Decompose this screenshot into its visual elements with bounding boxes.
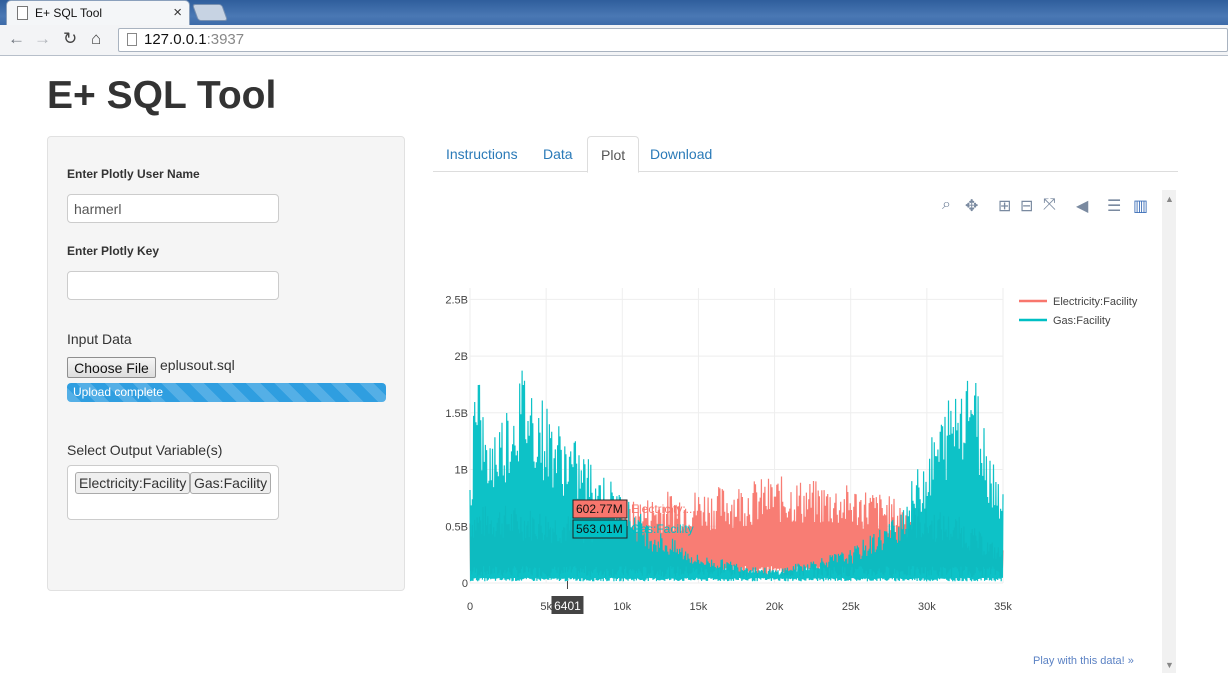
y-tick-label: 0 [462, 578, 468, 590]
selected-var-chip[interactable]: Electricity:Facility [75, 472, 191, 494]
hover-series-name: Electricity:... [631, 502, 696, 516]
address-host: 127.0.0.1 [144, 31, 207, 48]
file-name: eplusout.sql [160, 357, 235, 373]
key-label: Enter Plotly Key [67, 244, 160, 258]
hover-series-name: Gas:Facility [631, 522, 694, 536]
scroll-down-icon[interactable]: ▼ [1165, 660, 1174, 670]
y-tick-label: 2.5B [445, 294, 468, 306]
address-port: :3937 [206, 31, 245, 48]
close-tab-icon[interactable]: × [173, 4, 182, 21]
x-tick-label: 30k [918, 601, 936, 613]
legend-label: Gas:Facility [1053, 315, 1111, 327]
legend-label: Electricity:Facility [1053, 296, 1138, 308]
key-input[interactable] [67, 271, 279, 300]
main-tabs: Instructions Data Plot Download [433, 136, 1178, 173]
x-tick-label: 10k [613, 601, 631, 613]
selected-var-chip[interactable]: Gas:Facility [190, 472, 272, 494]
browser-tabstrip: E+ SQL Tool × [0, 0, 1228, 27]
username-input[interactable]: harmerl [67, 194, 279, 223]
address-bar[interactable]: 127.0.0.1:3937 [118, 28, 1228, 52]
home-icon[interactable]: ⌂ [91, 29, 101, 49]
x-tick-label: 0 [467, 601, 473, 613]
chart-series [469, 370, 1004, 582]
scroll-up-icon[interactable]: ▲ [1165, 194, 1174, 204]
x-tick-label: 15k [690, 601, 708, 613]
upload-progress-bar: Upload complete [67, 383, 386, 402]
new-tab-button[interactable] [191, 4, 229, 21]
line-chart: 0 5k 10k 15k 20k 25k 30k 35k 0 0.5B 1B 1.5B 2B 2.5B E… [445, 288, 1138, 614]
tab-download[interactable]: Download [637, 136, 725, 172]
browser-tab-title: E+ SQL Tool [35, 6, 103, 20]
reload-icon[interactable]: ↻ [63, 29, 77, 49]
y-tick-label: 0.5B [445, 521, 468, 533]
browser-toolbar: ← → ↻ ⌂ 127.0.0.1:3937 [0, 25, 1228, 56]
x-tick-label: 35k [994, 601, 1012, 613]
output-variable-label: Select Output Variable(s) [67, 442, 223, 458]
x-tick-label: 25k [842, 601, 860, 613]
output-variable-select[interactable]: Electricity:Facility Gas:Facility [67, 465, 279, 520]
y-tick-label: 1B [455, 465, 468, 477]
y-tick-label: 1.5B [445, 408, 468, 420]
chart-legend: Electricity:Facility Gas:Facility [1019, 296, 1138, 327]
sidebar-panel: Enter Plotly User Name harmerl Enter Plo… [47, 136, 405, 591]
hover-value: 602.77M [576, 502, 623, 516]
hover-value: 563.01M [576, 522, 623, 536]
y-tick-label: 2B [455, 351, 468, 363]
page-title: E+ SQL Tool [47, 74, 277, 117]
x-tick-label: 20k [766, 601, 784, 613]
play-with-data-link[interactable]: Play with this data! » [1033, 655, 1134, 667]
choose-file-button[interactable]: Choose File [67, 357, 156, 378]
upload-status: Upload complete [73, 385, 164, 399]
plot-scrollbar[interactable]: ▲ ▼ [1162, 190, 1176, 673]
tab-data[interactable]: Data [530, 136, 586, 172]
input-data-label: Input Data [67, 331, 132, 347]
tab-instructions[interactable]: Instructions [433, 136, 531, 172]
tab-plot[interactable]: Plot [587, 136, 640, 173]
browser-tab[interactable]: E+ SQL Tool × [6, 0, 190, 25]
username-label: Enter Plotly User Name [67, 167, 200, 181]
page-icon [127, 33, 137, 46]
document-icon [17, 6, 28, 20]
x-tick-label: 5k [540, 601, 552, 613]
hover-x-label: 6401 [554, 599, 581, 613]
back-icon[interactable]: ← [8, 29, 25, 49]
forward-icon[interactable]: → [34, 29, 51, 49]
